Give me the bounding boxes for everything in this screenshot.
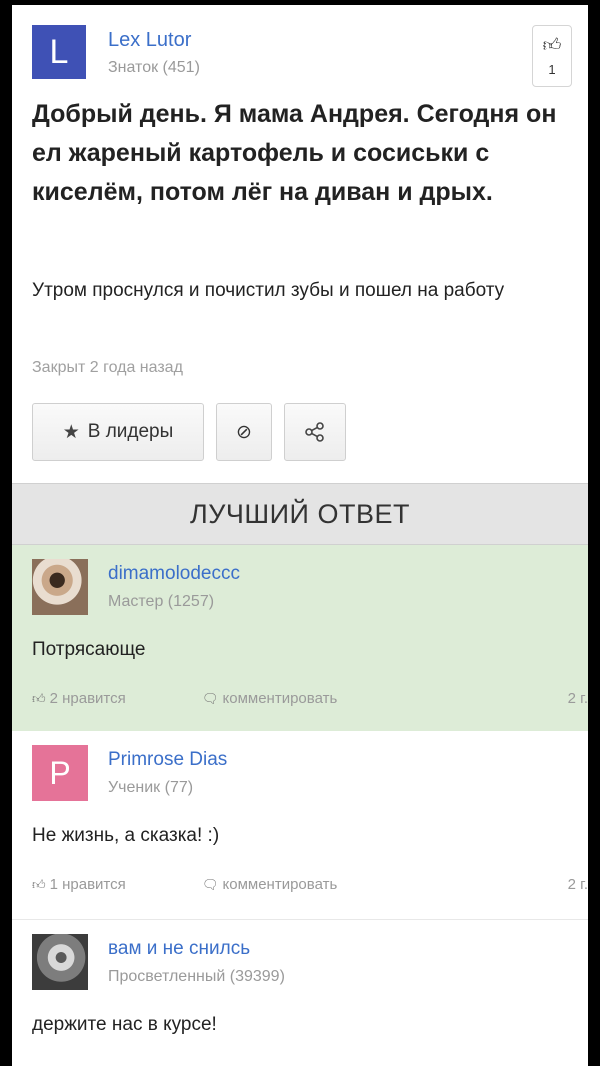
answer-like-label: 1 нравится xyxy=(49,876,126,893)
answer-comment-button[interactable]: 🗨︎ комментировать xyxy=(202,690,337,707)
thumbs-up-icon: 👍︎ xyxy=(32,877,46,892)
answer-text: Не жизнь, а сказка! :) xyxy=(32,825,220,846)
to-leaders-button[interactable]: ★ В лидеры xyxy=(32,403,204,461)
question-author-name[interactable]: Lex Lutor xyxy=(108,29,191,52)
user-avatar[interactable]: L xyxy=(32,25,86,79)
thumbs-up-icon: 👍︎ xyxy=(542,35,562,55)
answer-author-name[interactable]: Primrose Dias xyxy=(108,749,227,771)
best-answer-heading: ЛУЧШИЙ ОТВЕТ xyxy=(12,483,588,545)
answer-text: держите нас в курсе! xyxy=(32,1014,217,1035)
question-header: L Lex Lutor Знаток (451) 👍︎ 1 xyxy=(32,25,572,87)
answer-comment-button[interactable]: 🗨︎ комментировать xyxy=(202,876,337,893)
like-count: 1 xyxy=(548,62,556,77)
user-avatar[interactable] xyxy=(32,559,88,615)
answer-like-label: 2 нравится xyxy=(49,690,126,707)
thumbs-up-icon: 👍︎ xyxy=(32,691,46,706)
answer-item: dimamolodeccc Мастер (1257) Потрясающе 👍… xyxy=(12,545,588,731)
to-leaders-label: В лидеры xyxy=(87,421,174,442)
share-button[interactable] xyxy=(284,403,346,461)
report-button[interactable]: ⊘ xyxy=(216,403,272,461)
question-author-rank: Знаток (451) xyxy=(108,59,200,76)
block-icon: ⊘ xyxy=(236,421,252,443)
answer-comment-label: комментировать xyxy=(222,876,338,893)
share-icon xyxy=(305,422,324,442)
question-title: Добрый день. Я мама Андрея. Сегодня он е… xyxy=(32,100,557,206)
answer-author-rank: Мастер (1257) xyxy=(108,593,215,610)
screen: L Lex Lutor Знаток (451) 👍︎ 1 Добрый ден… xyxy=(12,5,588,1066)
question-status: Закрыт 2 года назад xyxy=(32,359,183,376)
comment-icon: 🗨︎ xyxy=(202,691,219,706)
star-icon: ★ xyxy=(62,421,80,443)
answer-text: Потрясающе xyxy=(32,639,146,660)
question-body: Утром проснулся и почистил зубы и пошел … xyxy=(32,280,505,301)
answer-comment-label: комментировать xyxy=(222,690,338,707)
answer-item: вам и не снилсь Просветленный (39399) де… xyxy=(12,920,588,1066)
comment-icon: 🗨︎ xyxy=(202,877,219,892)
answer-like-button[interactable]: 👍︎ 2 нравится xyxy=(32,690,126,707)
user-avatar[interactable]: P xyxy=(32,745,88,801)
answer-author-name[interactable]: вам и не снилсь xyxy=(108,938,250,960)
answer-author-rank: Просветленный (39399) xyxy=(108,968,285,985)
answer-author-name[interactable]: dimamolodeccc xyxy=(108,563,240,585)
answer-time: 2 г. xyxy=(567,690,588,707)
user-avatar[interactable] xyxy=(32,934,88,990)
answer-item: P Primrose Dias Ученик (77) Не жизнь, а … xyxy=(12,731,588,920)
answer-time: 2 г. xyxy=(567,876,588,893)
answer-like-button[interactable]: 👍︎ 1 нравится xyxy=(32,876,126,893)
answer-author-rank: Ученик (77) xyxy=(108,779,194,796)
like-button[interactable]: 👍︎ 1 xyxy=(532,25,572,87)
